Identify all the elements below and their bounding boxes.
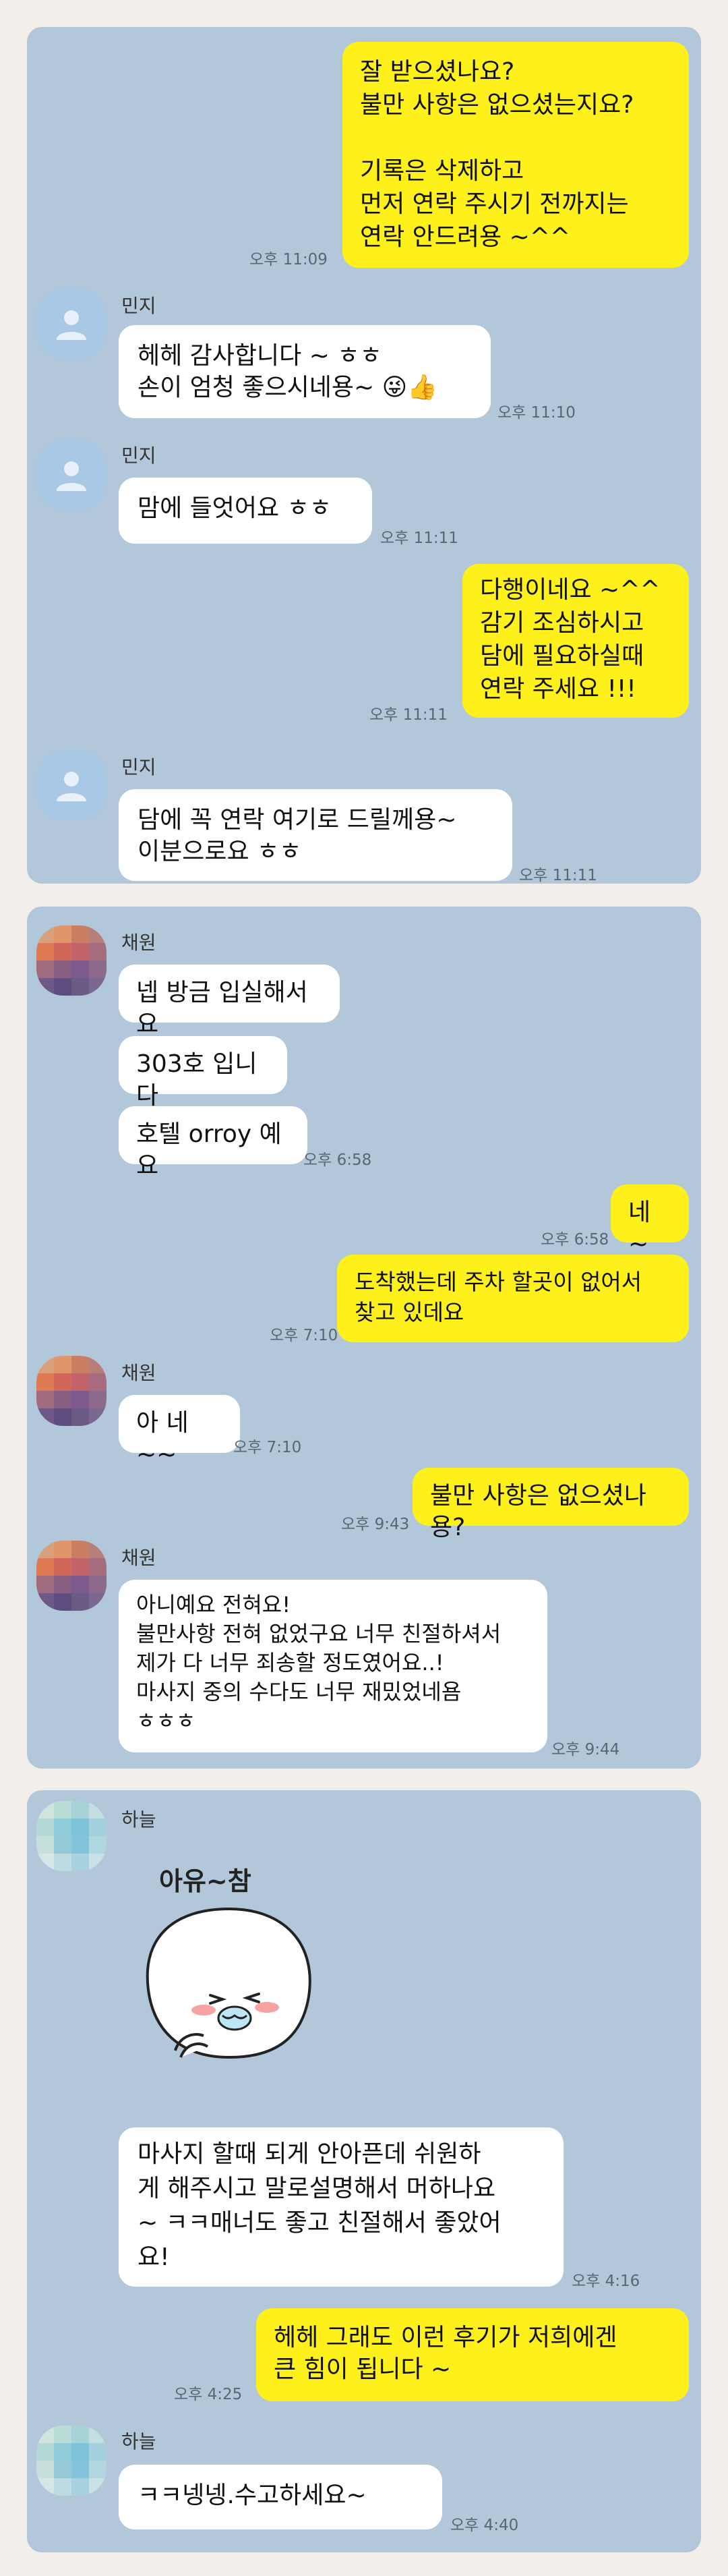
default-user-icon — [57, 461, 86, 491]
avatar-pixelated[interactable] — [36, 2426, 107, 2496]
received-message-bubble[interactable]: 넵 방금 입실해서요 — [119, 965, 340, 1038]
received-message-bubble[interactable]: 303호 입니다 — [119, 1036, 287, 1110]
message-time: 오후 11:09 — [249, 251, 328, 268]
chat-panel-haneul: 하늘 아유~참 마사지 할때 되게 안아픈데 쉬원하 게 해주시고 말로설명해서… — [27, 1790, 701, 2552]
my-message-bubble[interactable]: 헤헤 그래도 이런 후기가 저희에겐 큰 힘이 됩니다 ~ — [256, 2308, 689, 2401]
emoticon-sticker[interactable]: 아유~참 — [128, 1855, 330, 2071]
message-time: 오후 4:25 — [174, 2386, 243, 2403]
avatar-pixelated[interactable] — [36, 1801, 107, 1871]
received-message-bubble[interactable]: 아니예요 전혀요! 불만사항 전혀 없었구요 너무 친절하셔서 제가 다 너무 … — [119, 1580, 547, 1752]
sender-name: 민지 — [121, 295, 156, 317]
message-time: 오후 4:40 — [450, 2517, 519, 2534]
sender-name: 하늘 — [121, 1808, 156, 1831]
received-message-bubble[interactable]: 담에 꼭 연락 여기로 드릴께용~ 이분으로요 ㅎㅎ — [119, 789, 512, 881]
sender-name: 민지 — [121, 445, 156, 467]
received-message-bubble[interactable]: 맘에 들엇어요 ㅎㅎ — [119, 478, 372, 544]
message-time: 오후 6:58 — [303, 1151, 372, 1169]
avatar[interactable] — [36, 750, 107, 820]
message-time: 오후 7:10 — [233, 1439, 302, 1456]
received-message-bubble[interactable]: 호텔 orroy 예요 — [119, 1106, 307, 1180]
message-time: 오후 6:58 — [541, 1231, 609, 1249]
message-time: 오후 11:11 — [519, 867, 597, 884]
message-time: 오후 11:11 — [369, 706, 448, 724]
message-time: 오후 11:11 — [380, 529, 458, 547]
my-message-bubble[interactable]: 다행이네요 ~^^ 감기 조심하시고 담에 필요하실때 연락 주세요 !!! — [462, 564, 689, 718]
received-message-bubble[interactable]: 헤헤 감사합니다 ~ ㅎㅎ 손이 엄청 좋으시네용~ 😜👍 — [119, 325, 491, 418]
avatar-pixelated[interactable] — [36, 1541, 107, 1611]
default-user-icon — [57, 310, 86, 340]
message-time: 오후 9:44 — [551, 1741, 620, 1758]
message-time: 오후 7:10 — [270, 1327, 338, 1344]
sender-name: 채원 — [121, 1547, 156, 1569]
sender-name: 채원 — [121, 932, 156, 954]
chat-panel-minji: 잘 받으셨나요? 불만 사항은 없으셨는지요? 기록은 삭제하고 먼저 연락 주… — [27, 27, 701, 884]
sender-name: 민지 — [121, 756, 156, 778]
avatar-pixelated[interactable] — [36, 1356, 107, 1426]
sender-name: 하늘 — [121, 2430, 156, 2453]
my-message-bubble[interactable]: 불만 사항은 없으셨나용? — [413, 1468, 689, 1541]
my-message-bubble[interactable]: 잘 받으셨나요? 불만 사항은 없으셨는지요? 기록은 삭제하고 먼저 연락 주… — [342, 42, 689, 268]
chat-panel-chaewon: 채원 넵 방금 입실해서요 303호 입니다 호텔 orroy 예요 오후 6:… — [27, 907, 701, 1769]
received-message-bubble[interactable]: ㅋㅋ넹넹.수고하세요~ — [119, 2465, 442, 2529]
default-user-icon — [57, 772, 86, 801]
my-message-bubble[interactable]: 네 ~ — [611, 1184, 689, 1258]
message-time: 오후 9:43 — [341, 1516, 410, 1533]
my-message-bubble[interactable]: 도착했는데 주차 할곳이 없어서 찾고 있데요 — [337, 1255, 689, 1342]
avatar[interactable] — [36, 289, 107, 359]
message-time: 오후 11:10 — [497, 404, 576, 422]
message-time: 오후 4:16 — [572, 2272, 640, 2290]
received-message-bubble[interactable]: 마사지 할때 되게 안아픈데 쉬원하 게 해주시고 말로설명해서 머하나요 ~ … — [119, 2127, 564, 2287]
avatar[interactable] — [36, 440, 107, 510]
sender-name: 채원 — [121, 1362, 156, 1384]
received-message-bubble[interactable]: 아 네~~ — [119, 1395, 240, 1468]
avatar-pixelated[interactable] — [36, 925, 107, 996]
smiling-face-sticker-icon — [146, 1907, 311, 2059]
